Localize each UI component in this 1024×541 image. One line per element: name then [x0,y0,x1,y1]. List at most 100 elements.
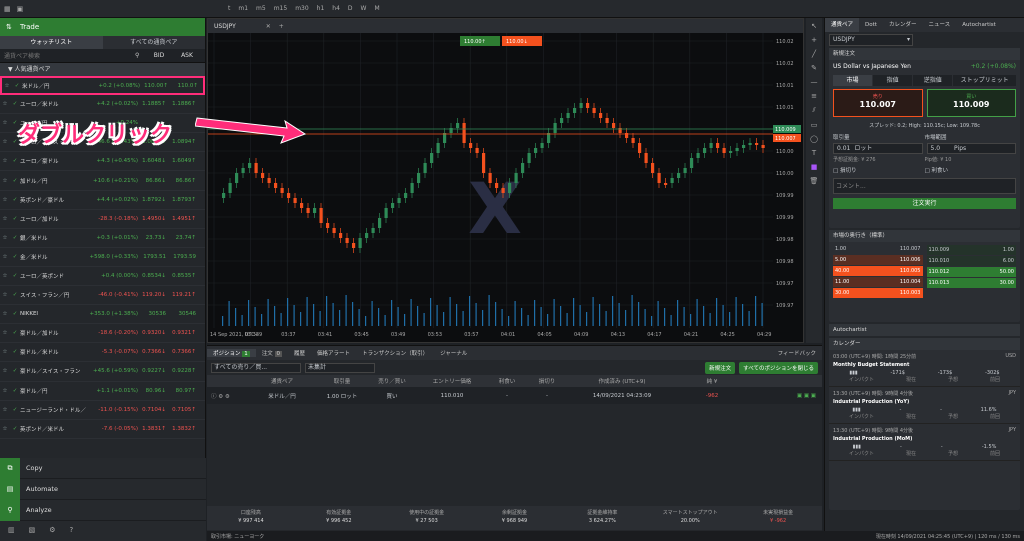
star-icon[interactable]: ☆ [0,311,10,317]
crosshair-icon[interactable]: + [811,36,817,44]
tab-transactions[interactable]: トランザクション（取引） [356,349,434,357]
bid-price[interactable]: 1.3831↑ [138,426,168,432]
timeframe-m30[interactable]: m30 [295,5,308,12]
ask-price[interactable]: 0.8535↑ [168,273,198,279]
order-type-stoplimit[interactable]: ストップリミット [953,75,1016,86]
bid-price[interactable]: 0.9320↓ [138,330,168,336]
qty-input[interactable]: 0.01 ロット [833,143,923,154]
trade-header[interactable]: ⇅ Trade [0,18,205,36]
ask-price[interactable]: 80.97↑ [168,388,198,394]
bid-price[interactable]: 80.96↓ [138,388,168,394]
position-row[interactable]: ⓘ ⚙ ⚙ 米ドル／円 1.00 ロット 買い 110.010 - - 14/09/2021 … [207,387,822,404]
timeframe-D[interactable]: D [348,5,353,12]
tab-pairs[interactable]: 通貨ペア [825,18,860,32]
buy-button[interactable]: 買い 110.009 [926,89,1016,117]
menu-copy[interactable]: ⧉ Copy [0,457,206,479]
star-icon[interactable]: ☆ [0,292,10,298]
stop-loss-toggle[interactable]: □ 損切り [833,166,925,174]
ask-price[interactable]: 1.4951↑ [168,216,198,222]
order-type-market[interactable]: 市場 [833,75,873,86]
bid-price[interactable]: 23.73↓ [138,235,168,241]
bid-price[interactable]: 1.1885↑ [138,101,168,107]
star-icon[interactable]: ☆ [0,139,10,145]
hline-icon[interactable]: — [811,78,818,86]
star-icon[interactable]: ☆ [2,83,12,89]
timeframe-t[interactable]: t [228,5,230,12]
group-filter[interactable]: 未集計 [305,362,375,373]
star-icon[interactable]: ☆ [0,330,10,336]
bid-price[interactable]: 1793.51 [138,254,168,260]
sell-button[interactable]: 売り 110.007 [833,89,923,117]
timeframe-W[interactable]: W [361,5,367,12]
close-position-icons[interactable]: ▣ ▣ ▣ [797,393,822,399]
trash-icon[interactable]: 🗑 [810,177,819,185]
new-order-button[interactable]: 新規注文 [705,361,736,374]
ask-price[interactable]: 1.8793↑ [168,197,198,203]
bid-price[interactable]: 1.6048↓ [138,158,168,164]
gear-icon[interactable]: ⚙ [49,526,55,534]
watchlist-row[interactable]: ☆✓ニュージーランド・ドル／米ドル -11.0 (-0.15%)0.7104↓0.… [0,401,205,420]
channel-icon[interactable]: ⫽ [812,106,815,115]
fib-icon[interactable]: ≡ [811,92,817,100]
symbol-select[interactable]: USDJPY ▾ [829,34,913,46]
ask-price[interactable]: 1.1886↑ [168,101,198,107]
timeframe-m5[interactable]: m5 [256,5,266,12]
ask-price[interactable]: 0.7366↑ [168,349,198,355]
ask-price[interactable]: 1793.59 [168,254,198,260]
order-type-limit[interactable]: 指値 [873,75,913,86]
tab-orders[interactable]: 注文 0 [256,349,288,357]
star-icon[interactable]: ☆ [0,120,10,126]
grid-icon[interactable]: ▦ [4,5,11,13]
menu-analyze[interactable]: ⚲ Analyze [0,499,206,521]
star-icon[interactable]: ☆ [0,101,10,107]
bid-price[interactable]: 0.7104↓ [138,407,168,413]
group-header[interactable]: ▼ 人気通貨ペア [0,63,205,76]
ask-price[interactable]: 0.9321↑ [168,330,198,336]
cursor-icon[interactable]: ↖ [811,22,817,30]
ask-price[interactable]: 0.9228↑ [168,368,198,374]
star-icon[interactable]: ☆ [0,273,10,279]
bid-price[interactable]: 110.00↑ [140,83,170,89]
help-icon[interactable]: ? [70,526,74,534]
ask-price[interactable]: 23.74↑ [168,235,198,241]
close-all-button[interactable]: すべてのポジションを閉じる [739,361,818,374]
watchlist-row[interactable]: ☆ ✓ NIKKEI +353.0 (+1.38%) 30536 30546 [0,305,205,325]
star-icon[interactable]: ☆ [0,254,10,260]
search-input[interactable]: 通貨ペア検索 [4,51,135,60]
take-profit-toggle[interactable]: □ 利食い [925,166,1017,174]
star-icon[interactable]: ☆ [0,426,10,432]
tab-news[interactable]: ニュース [922,18,956,32]
watchlist-row[interactable]: ☆ ✓ 豪ドル／円 +1.1 (+0.01%) 80.96↓ 80.97↑ [0,382,205,401]
star-icon[interactable]: ☆ [0,197,10,203]
calendar-event[interactable]: 13:30 (UTC+9) 時間: 9時間 4分後 JPY Industrial P… [829,387,1020,424]
text-icon[interactable]: T [812,149,816,157]
timeframe-h1[interactable]: h1 [317,5,325,12]
bid-price[interactable]: 0.7366↓ [138,349,168,355]
layers-icon[interactable]: ▥ [8,526,15,534]
calendar-event[interactable]: 13:30 (UTC+9) 時間: 9時間 4分後 JPY Industrial P… [829,424,1020,461]
rect-icon[interactable]: ▭ [811,121,818,129]
timeframe-h4[interactable]: h4 [332,5,340,12]
add-tab-icon[interactable]: + [279,23,284,30]
tab-price-alerts[interactable]: 価格アラート [311,349,356,357]
tab-journal[interactable]: ジャーナル [434,349,473,357]
tab-close-icon[interactable]: ✕ [266,23,271,30]
star-icon[interactable]: ☆ [0,216,10,222]
timeframe-m15[interactable]: m15 [274,5,287,12]
watchlist-row[interactable]: ☆ ✓ 英ポンド／豪ドル +4.4 (+0.02%) 1.8792↓ 1.8793↑ [0,191,205,210]
feedback-button[interactable]: フィードバック [772,349,822,357]
watchlist-row[interactable]: ☆ ✓ 銀／米ドル +0.3 (+0.01%) 23.73↓ 23.74↑ [0,229,205,248]
bid-price[interactable]: 119.20↓ [138,292,168,298]
watchlist-row[interactable]: ☆ ✓ ユーロ／米ドル +4.2 (+0.02%) 1.1885↑ 1.1886↑ [0,95,205,115]
ask-price[interactable]: 30546 [168,311,198,317]
star-icon[interactable]: ☆ [0,368,10,374]
tab-dott[interactable]: Dott [859,18,883,32]
watchlist-row[interactable]: ☆ ✓ ユーロ／英ポンド +0.4 (0.00%) 0.8534↓ 0.8535↑ [0,267,205,287]
line-icon[interactable]: ╱ [812,50,816,58]
chart-icon[interactable]: ▧ [29,526,36,534]
ask-price[interactable]: 0.7105↑ [168,407,198,413]
ask-price[interactable]: 110.0↑ [170,83,200,89]
bid-price[interactable]: 30536 [138,311,168,317]
tab-positions[interactable]: ポジション 1 [207,349,256,357]
watchlist-row[interactable]: ☆ ✓ ユーロ／加ドル -28.3 (-0.18%) 1.4950↓ 1.4951↑ [0,210,205,229]
